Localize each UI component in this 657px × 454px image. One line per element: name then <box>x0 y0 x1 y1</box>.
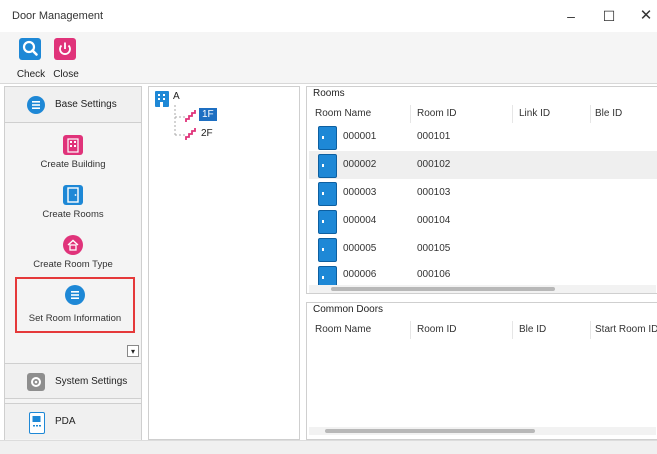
title-bar: Door Management – ☐ ✕ <box>0 0 657 32</box>
table-row[interactable]: 000006 000106 <box>309 263 657 285</box>
column-header[interactable]: Ble ID <box>591 105 657 123</box>
scrollbar-thumb[interactable] <box>325 429 535 433</box>
check-button[interactable]: Check <box>14 36 48 80</box>
left-navigation: Base Settings Create Building Create Roo… <box>4 86 142 446</box>
pda-label: PDA <box>55 416 76 427</box>
pda-device-icon <box>29 412 45 434</box>
column-header[interactable]: Room Name <box>311 105 411 123</box>
rooms-group-title: Rooms <box>313 88 345 99</box>
nav-set-room-information[interactable]: Set Room Information <box>15 277 135 333</box>
floor-stairs-icon <box>185 127 197 141</box>
base-settings-header[interactable]: Base Settings <box>5 87 141 123</box>
base-settings-label: Base Settings <box>55 99 117 110</box>
minimize-button[interactable]: – <box>556 4 586 28</box>
chevron-down-icon[interactable]: ▾ <box>127 345 139 357</box>
building-icon <box>63 135 83 155</box>
building-icon <box>155 91 169 107</box>
status-bar <box>0 440 657 454</box>
create-rooms-label: Create Rooms <box>42 209 104 220</box>
create-building-label: Create Building <box>40 159 106 170</box>
horizontal-scrollbar[interactable] <box>309 285 656 293</box>
room-id-cell: 000102 <box>417 159 451 170</box>
column-header[interactable]: Room Name <box>311 321 411 339</box>
room-id-cell: 000103 <box>417 187 451 198</box>
set-room-information-label: Set Room Information <box>28 313 122 324</box>
column-header[interactable]: Room ID <box>413 105 513 123</box>
rooms-panel: Rooms Room Name Room ID Link ID Ble ID 0… <box>306 86 657 294</box>
gear-icon <box>27 373 45 391</box>
door-icon <box>318 266 337 285</box>
door-icon <box>318 126 337 150</box>
table-row[interactable]: 000002 000102 <box>309 151 657 179</box>
room-id-cell: 000104 <box>417 215 451 226</box>
column-header[interactable]: Link ID <box>515 105 591 123</box>
tree-node-floor-1f[interactable]: 1F <box>199 108 217 121</box>
door-icon <box>63 185 83 205</box>
close-label: Close <box>53 69 79 80</box>
room-id-cell: 000106 <box>417 269 451 280</box>
scrollbar-thumb[interactable] <box>331 287 555 291</box>
door-icon <box>318 238 337 262</box>
tree-node-floor-2f[interactable]: 2F <box>201 128 213 139</box>
room-name-cell: 000003 <box>343 187 377 198</box>
door-icon <box>318 182 337 206</box>
room-id-cell: 000101 <box>417 131 451 142</box>
window-title: Door Management <box>12 10 104 22</box>
room-name-cell: 000005 <box>343 243 377 254</box>
common-doors-panel: Common Doors Room Name Room ID Ble ID St… <box>306 302 657 440</box>
door-icon <box>318 154 337 178</box>
room-name-cell: 000004 <box>343 215 377 226</box>
column-header[interactable]: Start Room ID <box>591 321 657 339</box>
close-button[interactable]: Close <box>49 36 83 80</box>
check-label: Check <box>16 69 46 80</box>
column-header[interactable]: Room ID <box>413 321 513 339</box>
common-doors-group-title: Common Doors <box>313 304 384 315</box>
room-name-cell: 000001 <box>343 131 377 142</box>
list-icon <box>27 96 45 114</box>
create-room-type-label: Create Room Type <box>33 259 113 270</box>
room-id-cell: 000105 <box>417 243 451 254</box>
tree-node-building[interactable]: A <box>173 91 180 102</box>
room-name-cell: 000002 <box>343 159 377 170</box>
system-settings-label: System Settings <box>55 376 128 387</box>
pda-header[interactable]: PDA <box>5 403 141 439</box>
maximize-button[interactable]: ☐ <box>594 4 624 28</box>
table-row[interactable]: 000005 000105 <box>309 235 657 263</box>
system-settings-header[interactable]: System Settings <box>5 363 141 399</box>
room-name-cell: 000006 <box>343 269 377 280</box>
search-icon <box>19 38 41 60</box>
nav-create-building[interactable]: Create Building <box>7 131 139 179</box>
list-icon <box>65 285 85 305</box>
building-tree: A 1F 2F <box>148 86 300 440</box>
table-row[interactable]: 000004 000104 <box>309 207 657 235</box>
nav-create-room-type[interactable]: Create Room Type <box>7 231 139 279</box>
close-window-button[interactable]: ✕ <box>631 4 657 28</box>
home-icon <box>63 235 83 255</box>
table-row[interactable]: 000001 000101 <box>309 123 657 151</box>
floor-stairs-icon <box>185 109 197 123</box>
toolbar: Check Close <box>0 32 657 84</box>
door-icon <box>318 210 337 234</box>
power-icon <box>54 38 76 60</box>
table-row[interactable]: 000003 000103 <box>309 179 657 207</box>
column-header[interactable]: Ble ID <box>515 321 591 339</box>
horizontal-scrollbar[interactable] <box>309 427 656 435</box>
nav-create-rooms[interactable]: Create Rooms <box>7 181 139 229</box>
